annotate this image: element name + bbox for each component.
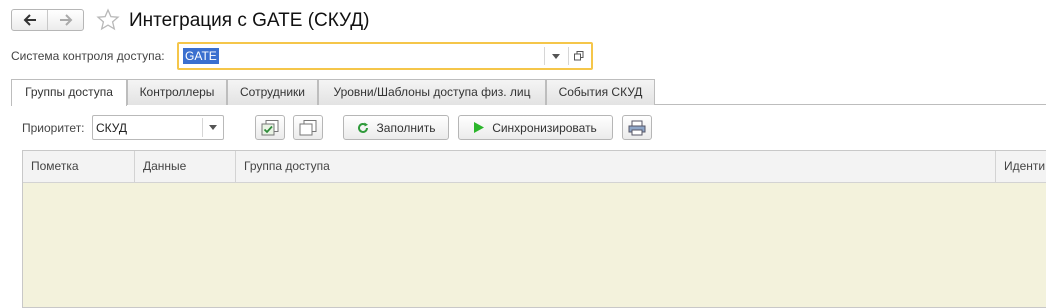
tab-controllers[interactable]: Контроллеры (127, 79, 227, 105)
access-groups-table[interactable]: Пометка Данные Группа доступа Иденти (22, 150, 1046, 308)
print-icon (628, 120, 646, 135)
open-window-icon (574, 51, 584, 61)
priority-label: Приоритет: (22, 121, 85, 135)
access-system-open-button[interactable] (568, 47, 589, 65)
nav-buttons (11, 9, 84, 31)
column-access-group[interactable]: Группа доступа (235, 151, 995, 182)
uncheck-all-button[interactable] (293, 115, 323, 140)
priority-value: СКУД (96, 121, 128, 135)
tab-access-groups[interactable]: Группы доступа (11, 79, 127, 106)
refresh-icon (357, 122, 368, 133)
page-title: Интеграция с GATE (СКУД) (129, 10, 370, 31)
access-system-label: Система контроля доступа: (11, 49, 165, 63)
column-mark[interactable]: Пометка (23, 151, 134, 182)
print-button[interactable] (622, 115, 652, 140)
play-icon (474, 122, 485, 133)
uncheck-all-icon (299, 119, 317, 135)
tab-access-levels[interactable]: Уровни/Шаблоны доступа физ. лиц (318, 79, 546, 105)
priority-dropdown-button[interactable] (202, 118, 223, 137)
column-data[interactable]: Данные (134, 151, 235, 182)
tab-events[interactable]: События СКУД (546, 79, 655, 105)
access-system-value[interactable]: GATE (183, 48, 219, 64)
forward-button[interactable] (47, 10, 83, 30)
star-icon (96, 8, 120, 31)
arrow-left-icon (23, 14, 36, 26)
sync-button[interactable]: Синхронизировать (458, 115, 613, 140)
fill-button[interactable]: Заполнить (343, 115, 449, 140)
check-all-icon (261, 119, 279, 135)
chevron-down-icon (209, 125, 217, 130)
check-all-button[interactable] (255, 115, 285, 140)
arrow-right-icon (59, 14, 72, 26)
favorite-star-button[interactable] (96, 8, 120, 32)
sync-button-label: Синхронизировать (492, 120, 597, 135)
column-identifier[interactable]: Иденти (995, 151, 1046, 182)
access-system-dropdown-button[interactable] (544, 47, 567, 65)
priority-select[interactable]: СКУД (92, 115, 224, 140)
tab-employees[interactable]: Сотрудники (227, 79, 318, 105)
fill-button-label: Заполнить (376, 120, 436, 135)
access-system-field[interactable]: GATE (177, 42, 593, 70)
chevron-down-icon (552, 53, 560, 59)
table-header: Пометка Данные Группа доступа Иденти (23, 151, 1046, 183)
back-button[interactable] (12, 10, 47, 30)
